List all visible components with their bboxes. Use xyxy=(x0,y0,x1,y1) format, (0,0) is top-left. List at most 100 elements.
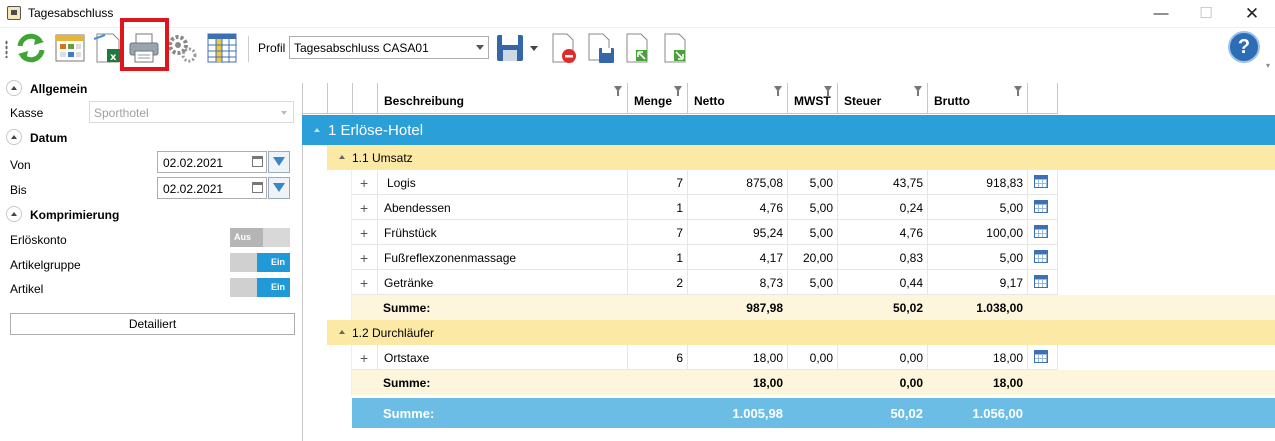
save-as-icon[interactable] xyxy=(584,31,618,65)
collapse-icon[interactable] xyxy=(6,206,22,222)
expand-plus-icon[interactable]: + xyxy=(360,200,368,216)
import-green-icon[interactable] xyxy=(660,31,694,65)
toolbar: x Profil Tagesabschluss CASA01 ? ▾ xyxy=(0,28,1275,70)
subtotal-steuer: 50,02 xyxy=(892,301,923,315)
bis-date-field[interactable]: 02.02.2021 xyxy=(157,177,267,199)
minimize-button[interactable]: — xyxy=(1138,0,1184,28)
cell-brutto: 9,17 xyxy=(999,276,1023,290)
help-icon[interactable]: ? xyxy=(1228,31,1260,63)
close-button[interactable]: ✕ xyxy=(1229,0,1275,28)
calendar-detail-icon[interactable] xyxy=(1034,225,1048,238)
calendar-grid-icon[interactable] xyxy=(53,31,87,65)
expand-plus-icon[interactable]: + xyxy=(360,350,368,366)
chevron-down-icon xyxy=(476,45,484,50)
column-filter-icon[interactable] xyxy=(1014,86,1022,96)
collapse-icon[interactable] xyxy=(339,155,345,159)
header-steuer[interactable]: Steuer xyxy=(837,83,927,114)
calendar-detail-icon[interactable] xyxy=(1034,275,1048,288)
expand-plus-icon[interactable]: + xyxy=(360,250,368,266)
toolbar-overflow-icon[interactable]: ▾ xyxy=(1266,61,1270,70)
artikel-toggle-state: Ein xyxy=(270,282,285,292)
cell-steuer: 0,44 xyxy=(899,276,923,290)
column-filter-icon[interactable] xyxy=(674,86,682,96)
settings-gear-icon[interactable] xyxy=(165,31,199,65)
indent-column xyxy=(327,345,352,395)
cell-beschreibung: Getränke xyxy=(384,276,434,290)
header-netto[interactable]: Netto xyxy=(687,83,787,114)
export-green-icon[interactable] xyxy=(622,31,656,65)
collapse-icon[interactable] xyxy=(6,129,22,145)
header-mwst-label: MWST xyxy=(794,94,831,108)
expand-plus-icon[interactable]: + xyxy=(360,225,368,241)
header-mwst[interactable]: MWST xyxy=(787,83,837,114)
delete-document-icon[interactable] xyxy=(547,31,581,65)
subtotal-netto: 987,98 xyxy=(746,301,783,315)
window-title: Tagesabschluss xyxy=(28,6,114,20)
table-row[interactable]: + Abendessen 1 4,76 5,00 0,24 5,00 xyxy=(352,195,1058,220)
toolbar-grip-icon[interactable] xyxy=(5,40,8,58)
subgroup-label: 1.1 Umsatz xyxy=(352,151,413,165)
calendar-icon[interactable] xyxy=(252,156,263,167)
calendar-detail-icon[interactable] xyxy=(1034,350,1048,363)
von-label: Von xyxy=(10,158,31,172)
grid-header: Beschreibung Menge Netto MWST Steuer Bru… xyxy=(302,83,1058,114)
print-button-highlight xyxy=(120,18,169,71)
table-layout-icon[interactable] xyxy=(205,31,239,65)
cell-netto: 8,73 xyxy=(759,276,783,290)
refresh-icon[interactable] xyxy=(14,31,48,65)
kasse-select[interactable]: Sporthotel xyxy=(89,101,294,123)
detailiert-button[interactable]: Detailiert xyxy=(10,313,295,335)
profil-select[interactable]: Tagesabschluss CASA01 xyxy=(289,36,489,59)
collapse-icon[interactable] xyxy=(339,330,345,334)
calendar-detail-icon[interactable] xyxy=(1034,250,1048,263)
cell-menge: 1 xyxy=(676,251,683,265)
section-datum-label: Datum xyxy=(30,131,68,145)
von-date-value: 02.02.2021 xyxy=(163,156,224,170)
column-filter-icon[interactable] xyxy=(774,86,782,96)
artikel-toggle[interactable]: Ein xyxy=(230,278,290,297)
calendar-detail-icon[interactable] xyxy=(1034,175,1048,188)
artikelgruppe-toggle[interactable]: Ein xyxy=(230,253,290,272)
header-brutto-label: Brutto xyxy=(934,94,970,108)
header-brutto[interactable]: Brutto xyxy=(927,83,1027,114)
expand-plus-icon[interactable]: + xyxy=(360,275,368,291)
bis-filter-button[interactable] xyxy=(268,177,290,199)
erloeskonto-label: Erlöskonto xyxy=(10,233,67,247)
section-allgemein-label: Allgemein xyxy=(30,82,88,96)
table-row[interactable]: + Fußreflexzonenmassage 1 4,17 20,00 0,8… xyxy=(352,245,1058,270)
column-filter-icon[interactable] xyxy=(914,86,922,96)
calendar-detail-icon[interactable] xyxy=(1034,200,1048,213)
column-filter-icon[interactable] xyxy=(614,86,622,96)
save-dropdown-chevron-icon[interactable] xyxy=(530,46,538,51)
subgroup-label: 1.2 Durchläufer xyxy=(352,326,435,340)
table-row[interactable]: + Frühstück 7 95,24 5,00 4,76 100,00 xyxy=(352,220,1058,245)
table-row[interactable]: + Ortstaxe 6 18,00 0,00 0,00 18,00 xyxy=(352,345,1058,370)
header-beschreibung[interactable]: Beschreibung xyxy=(377,83,627,114)
header-indent-cell xyxy=(327,83,352,114)
subtotal-steuer: 0,00 xyxy=(899,376,923,390)
header-menge[interactable]: Menge xyxy=(627,83,687,114)
calendar-icon[interactable] xyxy=(252,182,263,193)
group-row-erloese-hotel[interactable]: 1 Erlöse-Hotel xyxy=(302,115,1275,145)
cell-beschreibung: Abendessen xyxy=(384,201,451,215)
subgroup-row-durchlaeufer[interactable]: 1.2 Durchläufer xyxy=(327,320,1275,345)
expand-plus-icon[interactable]: + xyxy=(360,175,368,191)
header-expand-cell xyxy=(352,83,377,114)
von-date-field[interactable]: 02.02.2021 xyxy=(157,151,267,173)
erloeskonto-toggle[interactable]: Aus xyxy=(230,228,290,247)
cell-netto: 875,08 xyxy=(746,176,783,190)
von-filter-button[interactable] xyxy=(268,151,290,173)
table-row[interactable]: + Getränke 2 8,73 5,00 0,44 9,17 xyxy=(352,270,1058,295)
maximize-button[interactable]: ☐ xyxy=(1183,0,1229,28)
collapse-icon[interactable] xyxy=(314,128,320,132)
collapse-icon[interactable] xyxy=(6,80,22,96)
artikelgruppe-toggle-state: Ein xyxy=(270,257,285,267)
cell-mwst: 5,00 xyxy=(809,276,833,290)
save-icon[interactable] xyxy=(494,31,528,65)
subgroup-row-umsatz[interactable]: 1.1 Umsatz xyxy=(327,145,1275,170)
cell-netto: 4,17 xyxy=(759,251,783,265)
table-row[interactable]: + Logis 7 875,08 5,00 43,75 918,83 xyxy=(352,170,1058,195)
column-filter-icon[interactable] xyxy=(824,86,832,96)
subtotal-netto: 18,00 xyxy=(752,376,783,390)
cell-mwst: 5,00 xyxy=(809,176,833,190)
